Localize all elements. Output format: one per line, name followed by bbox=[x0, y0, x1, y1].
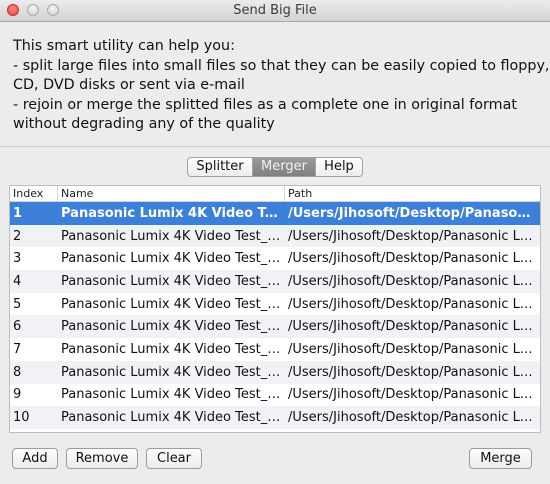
row-path-cell: /Users/Jihosoft/Desktop/Panasonic Lu... bbox=[288, 205, 540, 221]
table-row[interactable]: 10 Panasonic Lumix 4K Video Test_Se.../Us… bbox=[10, 406, 540, 429]
tab-merger[interactable]: Merger bbox=[252, 158, 315, 176]
row-name-cell: Panasonic Lumix 4K Video Test_Se... bbox=[61, 341, 285, 357]
table-row[interactable]: 9 Panasonic Lumix 4K Video Test_Se.../Use… bbox=[10, 384, 540, 407]
row-name-cell: Panasonic Lumix 4K Video Test_Se... bbox=[61, 319, 285, 335]
tab-help[interactable]: Help bbox=[315, 158, 362, 176]
table-row[interactable]: 8 Panasonic Lumix 4K Video Test_Se.../Use… bbox=[10, 360, 540, 384]
table-row[interactable]: 4 Panasonic Lumix 4K Video Test_Se.../Use… bbox=[10, 270, 540, 293]
merge-button[interactable]: Merge bbox=[469, 448, 532, 469]
description-line: - rejoin or merge the splitted files as … bbox=[13, 96, 517, 113]
row-path-cell: /Users/Jihosoft/Desktop/Panasonic Lu... bbox=[288, 296, 540, 312]
table-row[interactable]: 11Panasonic Lumix 4K Video Test_Se.../Us… bbox=[10, 429, 540, 432]
row-index-cell: 10 bbox=[13, 410, 30, 426]
clear-button[interactable]: Clear bbox=[146, 448, 202, 469]
row-path-cell: /Users/Jihosoft/Desktop/Panasonic Lu... bbox=[288, 251, 540, 267]
description-line: CD, DVD disks or sent via e-mail bbox=[13, 77, 245, 93]
row-name-cell: Panasonic Lumix 4K Video Test_Se... bbox=[61, 410, 285, 426]
row-path-cell: /Users/Jihosoft/Desktop/Panasonic Lu... bbox=[288, 410, 540, 426]
table-row[interactable]: 2 Panasonic Lumix 4K Video Test_Se.../Use… bbox=[10, 224, 540, 248]
row-index-cell: 7 bbox=[13, 341, 22, 357]
table-body: 1Panasonic Lumix 4K Video Test_Se.../Use… bbox=[10, 202, 540, 432]
table-row[interactable]: 3 Panasonic Lumix 4K Video Test_Se.../Use… bbox=[10, 247, 540, 270]
row-index-cell: 4 bbox=[13, 273, 22, 289]
mode-tabs: Splitter Merger Help bbox=[187, 157, 363, 177]
description-line: This smart utility can help you: bbox=[13, 38, 235, 54]
row-index-cell: 2 bbox=[13, 228, 22, 244]
description-text: This smart utility can help you: - split… bbox=[13, 37, 550, 135]
row-path-cell: /Users/Jihosoft/Desktop/Panasonic Lu... bbox=[288, 341, 540, 357]
description-line: without degrading any of the quality bbox=[13, 116, 275, 132]
row-name-cell: Panasonic Lumix 4K Video Test_Se... bbox=[61, 228, 285, 244]
table-row[interactable]: 1 Panasonic Lumix 4K Video Test_Se.../Use… bbox=[10, 202, 540, 225]
description-line: - split large files into small files so … bbox=[13, 57, 550, 74]
row-name-cell: Panasonic Lumix 4K Video Test_Se... bbox=[61, 273, 285, 289]
table-row[interactable]: 5 Panasonic Lumix 4K Video Test_Se.../Use… bbox=[10, 293, 540, 316]
table-header: Index Name Path bbox=[10, 186, 540, 202]
row-index-cell: 3 bbox=[13, 251, 22, 267]
row-name-cell: Panasonic Lumix 4K Video Test_Se... bbox=[61, 387, 285, 403]
row-path-cell: /Users/Jihosoft/Desktop/Panasonic Lu... bbox=[288, 387, 540, 403]
row-index-cell: 8 bbox=[13, 364, 22, 380]
row-name-cell: Panasonic Lumix 4K Video Test_Se... bbox=[61, 364, 285, 380]
send-big-file-window: Send Big File This smart utility can hel… bbox=[0, 0, 550, 484]
table-row[interactable]: 6 Panasonic Lumix 4K Video Test_Se.../Use… bbox=[10, 315, 540, 339]
row-name-cell: Panasonic Lumix 4K Video Test_Se... bbox=[61, 296, 285, 312]
title-bar: Send Big File bbox=[0, 0, 550, 22]
divider bbox=[0, 146, 550, 147]
row-name-cell: Panasonic Lumix 4K Video Test_Se... bbox=[61, 251, 285, 267]
row-path-cell: /Users/Jihosoft/Desktop/Panasonic Lu... bbox=[288, 228, 540, 244]
column-header-path[interactable]: Path bbox=[285, 186, 540, 201]
row-index-cell: 5 bbox=[13, 296, 22, 312]
row-name-cell: Panasonic Lumix 4K Video Test_Se... bbox=[61, 205, 285, 221]
window-title: Send Big File bbox=[233, 3, 317, 18]
add-button[interactable]: Add bbox=[12, 448, 58, 469]
table-row[interactable]: 7 Panasonic Lumix 4K Video Test_Se.../Use… bbox=[10, 338, 540, 361]
row-path-cell: /Users/Jihosoft/Desktop/Panasonic Lu... bbox=[288, 319, 540, 335]
row-path-cell: /Users/Jihosoft/Desktop/Panasonic Lu... bbox=[288, 273, 540, 289]
tab-splitter[interactable]: Splitter bbox=[188, 158, 252, 176]
row-index-cell: 9 bbox=[13, 387, 22, 403]
column-header-index[interactable]: Index bbox=[10, 186, 58, 201]
row-index-cell: 6 bbox=[13, 319, 22, 335]
file-table[interactable]: Index Name Path 1 Panasonic Lumix 4K Vide… bbox=[9, 185, 541, 433]
row-index-cell: 1 bbox=[13, 205, 23, 221]
column-header-name[interactable]: Name bbox=[58, 186, 285, 201]
row-path-cell: /Users/Jihosoft/Desktop/Panasonic Lu... bbox=[288, 364, 540, 380]
remove-button[interactable]: Remove bbox=[66, 448, 138, 469]
